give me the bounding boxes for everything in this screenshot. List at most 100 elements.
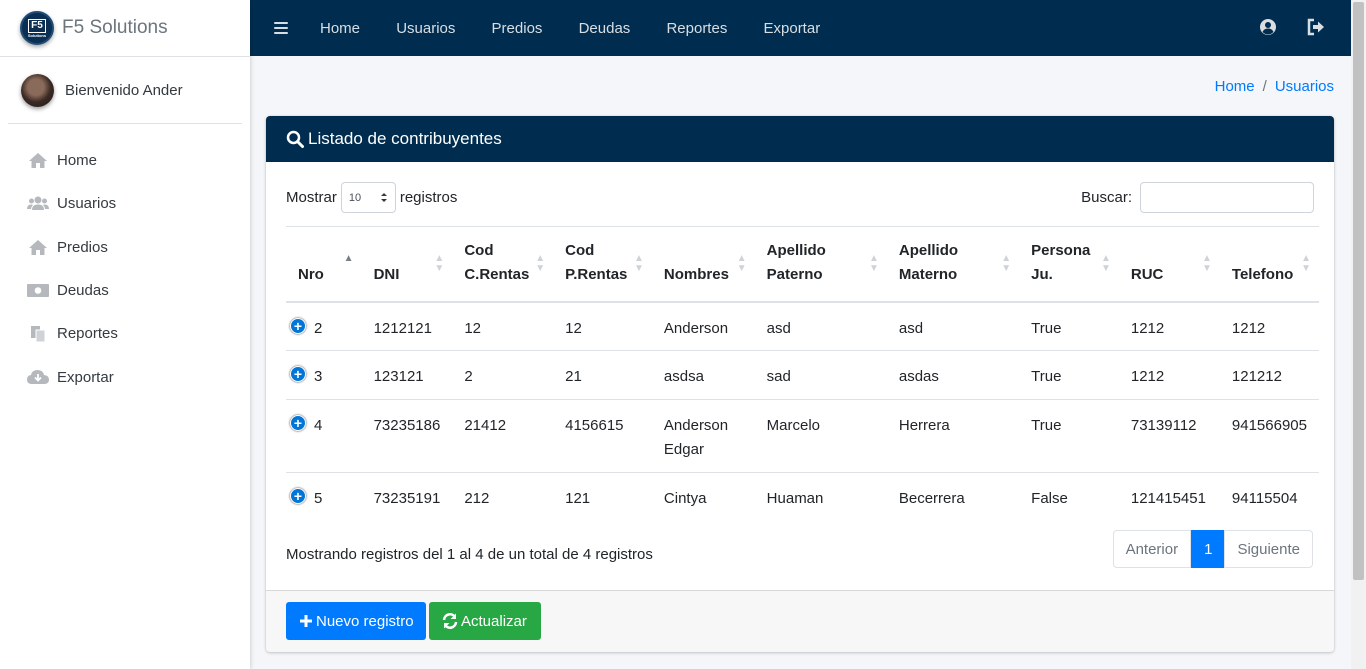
search-icon: [286, 130, 304, 148]
brand-logo-text: F5: [28, 18, 46, 33]
column-header-nombres[interactable]: Nombres ▲ ▼: [651, 226, 755, 303]
new-record-button[interactable]: Nuevo registro: [286, 602, 426, 640]
cell-apellido-paterno: sad: [754, 350, 887, 400]
user-panel[interactable]: Bienvenido Ander: [8, 57, 242, 124]
cell-persona-ju: False: [1019, 472, 1119, 523]
column-header-telefono[interactable]: Telefono ▲ ▼: [1219, 226, 1319, 303]
cell-persona-ju: True: [1019, 350, 1119, 400]
cell-cod-p-rentas: 12: [553, 301, 652, 351]
expand-row-icon[interactable]: +: [290, 415, 306, 431]
expand-row-icon[interactable]: +: [290, 317, 306, 334]
breadcrumb-separator: /: [1262, 78, 1267, 95]
sidebar-item-label: Exportar: [57, 368, 114, 386]
cell-dni: 1212121: [361, 301, 453, 351]
cell-persona-ju: True: [1019, 399, 1119, 473]
column-header-cod-p-rentas[interactable]: Cod P.Rentas ▲ ▼: [553, 226, 652, 303]
sort-icon: ▲ ▼: [1301, 253, 1311, 274]
topnav-reportes[interactable]: Reportes: [666, 20, 727, 37]
sidebar-item-reportes[interactable]: Reportes: [0, 312, 250, 355]
length-prefix: Mostrar: [286, 189, 337, 206]
topnav-home[interactable]: Home: [320, 20, 360, 37]
table-controls: Mostrar 10 registros Buscar:: [266, 162, 1334, 226]
expand-row-icon[interactable]: +: [290, 488, 306, 504]
cell-apellido-paterno: Marcelo: [754, 399, 887, 473]
column-header-line2: RUC: [1130, 265, 1164, 283]
cell-apellido-paterno: Huaman: [754, 472, 887, 523]
home-icon: [27, 238, 49, 256]
cell-nombres: Anderson Edgar: [651, 399, 755, 473]
column-header-persona-ju[interactable]: Persona Ju. ▲ ▼: [1019, 226, 1119, 303]
card-header: Listado de contribuyentes: [266, 116, 1334, 162]
column-header-apellido-paterno[interactable]: Apellido Paterno ▲ ▼: [754, 226, 887, 303]
cell-cod-p-rentas: 4156615: [553, 399, 652, 473]
column-header-line2: Materno: [898, 265, 958, 283]
column-header-line2: Ju.: [1031, 265, 1053, 283]
user-circle-icon[interactable]: [1259, 18, 1277, 36]
table-row: +4 73235186 21412 4156615 Anderson Edgar…: [286, 399, 1319, 473]
money-bill-icon: [27, 282, 49, 300]
column-header-line2: Nro: [298, 265, 324, 283]
sign-out-icon[interactable]: [1307, 18, 1325, 36]
pagination-next-button[interactable]: Siguiente: [1224, 530, 1313, 568]
sort-icon: ▲ ▼: [1001, 253, 1012, 274]
brand[interactable]: F5 Solutions F5 Solutions: [0, 0, 250, 57]
cell-apellido-materno: Becerrera: [886, 472, 1020, 523]
breadcrumb: Home / Usuarios: [1215, 78, 1334, 95]
column-header-nro[interactable]: Nro ▲: [286, 226, 362, 303]
pagination-page-1[interactable]: 1: [1191, 530, 1226, 568]
brand-logo: F5 Solutions: [20, 11, 54, 45]
cell-telefono: 94115504: [1219, 472, 1319, 523]
page-length-select[interactable]: 10: [340, 182, 396, 213]
sidebar-item-label: Home: [57, 152, 98, 170]
page-scrollbar[interactable]: [1351, 0, 1366, 669]
column-header-dni[interactable]: DNI ▲ ▼: [361, 226, 453, 303]
cell-ruc: 1212: [1118, 301, 1220, 351]
column-header-apellido-materno[interactable]: Apellido Materno ▲ ▼: [886, 226, 1020, 303]
column-header-line1: Cod: [565, 241, 595, 259]
hamburger-menu-icon[interactable]: [274, 19, 288, 37]
cell-value: 5: [314, 490, 323, 507]
sort-icon: ▲ ▼: [535, 253, 546, 274]
breadcrumb-current[interactable]: Usuarios: [1275, 78, 1334, 95]
expand-row-icon[interactable]: +: [290, 366, 306, 382]
card-footer: Nuevo registro Actualizar: [266, 590, 1334, 652]
user-greeting: Bienvenido Ander: [65, 81, 183, 99]
search-input[interactable]: [1140, 182, 1314, 213]
cell-nro: +4: [286, 399, 362, 473]
sidebar-item-usuarios[interactable]: Usuarios: [0, 182, 250, 225]
column-header-line2: Paterno: [766, 265, 823, 283]
contributors-table: Nro ▲ DNI ▲ ▼ Cod C.Rentas ▲ ▼ Cod P.Rentas ▲ ▼ N…: [286, 226, 1319, 523]
column-header-cod-c-rentas[interactable]: Cod C.Rentas ▲ ▼: [452, 226, 554, 303]
table-row: +3 123121 2 21 asdsa sad asdas True 1212…: [286, 350, 1319, 400]
sort-ascending-icon: ▲: [343, 253, 354, 264]
topnav-exportar[interactable]: Exportar: [764, 20, 821, 37]
column-header-ruc[interactable]: RUC ▲ ▼: [1118, 226, 1220, 303]
sidebar-item-exportar[interactable]: Exportar: [0, 355, 250, 398]
topnav-predios[interactable]: Predios: [492, 20, 543, 37]
column-header-line2: Telefono: [1231, 265, 1294, 283]
sidebar-item-label: Usuarios: [57, 195, 117, 213]
sidebar-item-deudas[interactable]: Deudas: [0, 269, 250, 312]
topnav-usuarios[interactable]: Usuarios: [396, 20, 455, 37]
sidebar: F5 Solutions F5 Solutions Bienvenido And…: [0, 0, 250, 669]
sidebar-item-home[interactable]: Home: [0, 139, 250, 182]
top-nav: Home Usuarios Predios Deudas Reportes Ex…: [320, 20, 852, 37]
table-header-row: Nro ▲ DNI ▲ ▼ Cod C.Rentas ▲ ▼ Cod P.Rentas ▲ ▼ N…: [286, 226, 1319, 303]
breadcrumb-home[interactable]: Home: [1215, 78, 1255, 95]
column-header-line1: Persona: [1031, 241, 1091, 259]
table-info: Mostrando registros del 1 al 4 de un tot…: [286, 546, 653, 563]
topnav-deudas[interactable]: Deudas: [579, 20, 631, 37]
cell-cod-c-rentas: 2: [452, 350, 554, 400]
cell-telefono: 121212: [1219, 350, 1319, 400]
refresh-button[interactable]: Actualizar: [429, 602, 541, 640]
sidebar-item-predios[interactable]: Predios: [0, 226, 250, 269]
pagination: Anterior 1 Siguiente: [1112, 530, 1313, 568]
copy-icon: [27, 325, 49, 343]
sort-icon: ▲ ▼: [1202, 253, 1212, 274]
scrollbar-thumb[interactable]: [1353, 2, 1364, 580]
pagination-previous-button[interactable]: Anterior: [1112, 530, 1192, 568]
cell-nro: +2: [286, 301, 362, 351]
cell-nombres: asdsa: [651, 350, 755, 400]
page-length-control: Mostrar 10 registros: [286, 182, 457, 213]
sidebar-nav: Home Usuarios Predios Deudas Reportes Ex…: [0, 139, 250, 399]
